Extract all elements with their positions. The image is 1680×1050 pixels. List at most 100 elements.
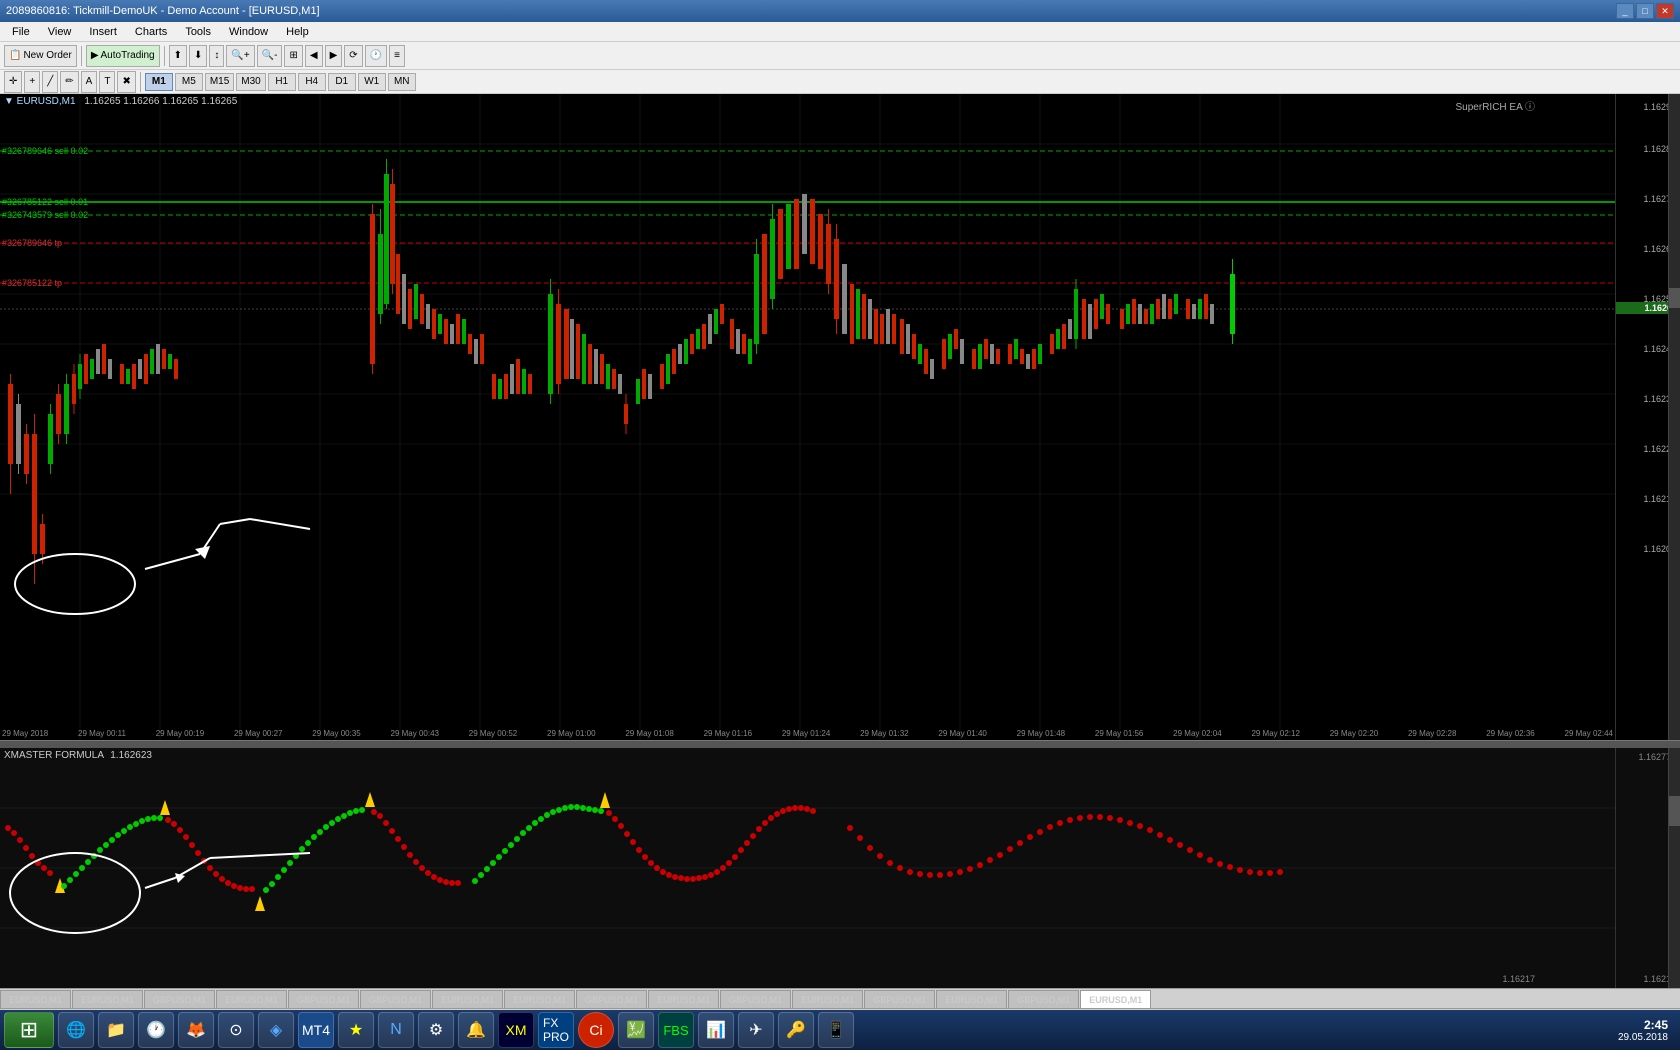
auto-trading-button[interactable]: ▶ AutoTrading <box>86 45 160 67</box>
indicator-chart: XMASTER FORMULA 1.162623 <box>0 748 1615 988</box>
menu-charts[interactable]: Charts <box>127 24 175 40</box>
chart-tab-10[interactable]: EURUSD,M1 <box>648 990 719 1008</box>
taskbar-app7[interactable]: ✈ <box>738 1012 774 1048</box>
order-label-2: #326785122 sell 0.01 <box>2 197 88 207</box>
indicator-price-axis: 1.162778 1.16217 <box>1615 748 1680 988</box>
toolbar-btn-10[interactable]: 🕐 <box>365 45 387 67</box>
autotrading-icon: ▶ <box>91 50 99 61</box>
toolbar-btn-6[interactable]: ⊞ <box>284 45 302 67</box>
chart-tab-11[interactable]: GBPUSD,M1 <box>720 990 791 1008</box>
symbol-label: ▼ EURUSD,M1 <box>4 96 76 107</box>
price-ohlc: 1.16265 1.16266 1.16265 1.16265 <box>84 96 237 107</box>
chart-tab-3[interactable]: GBPUSD,M1 <box>144 990 215 1008</box>
chart-tab-1[interactable]: EURUSD,M1 <box>0 990 71 1008</box>
taskbar-app6[interactable]: 📊 <box>698 1012 734 1048</box>
indicator-name: XMASTER FORMULA 1.162623 <box>4 750 152 761</box>
taskbar-n[interactable]: N <box>378 1012 414 1048</box>
minimize-button[interactable]: _ <box>1616 3 1634 19</box>
tf-w1[interactable]: W1 <box>358 73 386 91</box>
tf-m30[interactable]: M30 <box>236 73 265 91</box>
toolbar-btn-11[interactable]: ≡ <box>389 45 405 67</box>
taskbar: ⊞ 🌐 📁 🕐 🦊 ⊙ ◈ MT4 ★ N ⚙ 🔔 XM FXPRO Ci 💹 … <box>0 1010 1680 1050</box>
text-tool[interactable]: A <box>81 71 98 93</box>
chart-tab-5[interactable]: GBPUSD,M1 <box>288 990 359 1008</box>
menu-file[interactable]: File <box>4 24 38 40</box>
window-controls: _ □ ✕ <box>1616 3 1674 19</box>
taskbar-app1[interactable]: ◈ <box>258 1012 294 1048</box>
delete-tool[interactable]: ✖ <box>117 71 135 93</box>
main-toolbar: 📋 New Order ▶ AutoTrading ⬆ ⬇ ↕ 🔍+ 🔍- ⊞ … <box>0 42 1680 70</box>
menu-insert[interactable]: Insert <box>81 24 125 40</box>
order-label-5: #326785122 tp <box>2 278 62 288</box>
toolbar-btn-3[interactable]: ↕ <box>209 45 224 67</box>
taskbar-folder[interactable]: 📁 <box>98 1012 134 1048</box>
taskbar-fbs[interactable]: FBS <box>658 1012 694 1048</box>
toolbar-btn-4[interactable]: 🔍+ <box>226 45 254 67</box>
chart-tab-active[interactable]: EURUSD,M1 <box>1080 990 1151 1008</box>
tf-h4[interactable]: H4 <box>298 73 326 91</box>
chart-tab-6[interactable]: GBPUSD,M1 <box>360 990 431 1008</box>
menu-view[interactable]: View <box>40 24 80 40</box>
taskbar-clock[interactable]: 🕐 <box>138 1012 174 1048</box>
toolbar-separator2 <box>164 46 165 66</box>
maximize-button[interactable]: □ <box>1636 3 1654 19</box>
start-button[interactable]: ⊞ <box>4 1012 54 1048</box>
chart-tab-14[interactable]: EURUSD,M1 <box>936 990 1007 1008</box>
line-tool[interactable]: ╱ <box>42 71 58 93</box>
draw-tool[interactable]: ✏ <box>60 71 78 93</box>
new-order-button[interactable]: 📋 New Order <box>4 45 77 67</box>
toolbar-btn-2[interactable]: ⬇ <box>189 45 207 67</box>
chart-tab-13[interactable]: GBPUSD,M1 <box>864 990 935 1008</box>
toolbar-btn-5[interactable]: 🔍- <box>257 45 283 67</box>
taskbar-app5[interactable]: 💹 <box>618 1012 654 1048</box>
tf-h1[interactable]: H1 <box>268 73 296 91</box>
toolbar-btn-1[interactable]: ⬆ <box>169 45 187 67</box>
toolbar-btn-9[interactable]: ⟳ <box>344 45 362 67</box>
menu-window[interactable]: Window <box>221 24 276 40</box>
obj-tool[interactable]: T <box>99 71 115 93</box>
order-label-1: #326789646 sell 0.02 <box>2 146 88 156</box>
close-button[interactable]: ✕ <box>1656 3 1674 19</box>
tf-m1[interactable]: M1 <box>145 73 173 91</box>
panel-resizer[interactable] <box>0 740 1680 748</box>
taskbar-clock-display: 2:45 29.05.2018 <box>1618 1018 1676 1043</box>
taskbar-fx[interactable]: FXPRO <box>538 1012 574 1048</box>
tf-d1[interactable]: D1 <box>328 73 356 91</box>
chart-tab-2[interactable]: EURUSD,M1 <box>72 990 143 1008</box>
cursor-tool[interactable]: ✛ <box>4 71 22 93</box>
taskbar-mt4[interactable]: MT4 <box>298 1012 334 1048</box>
timeframe-bar: ✛ + ╱ ✏ A T ✖ M1 M5 M15 M30 H1 H4 D1 W1 … <box>0 70 1680 94</box>
menu-tools[interactable]: Tools <box>177 24 219 40</box>
taskbar-app4[interactable]: 🔔 <box>458 1012 494 1048</box>
taskbar-ie[interactable]: 🌐 <box>58 1012 94 1048</box>
time-axis: 29 May 2018 29 May 00:11 29 May 00:19 29… <box>0 729 1615 738</box>
chart-tab-8[interactable]: EURUSD,M1 <box>504 990 575 1008</box>
taskbar-app9[interactable]: 📱 <box>818 1012 854 1048</box>
toolbar-btn-7[interactable]: ◀ <box>305 45 323 67</box>
menu-help[interactable]: Help <box>278 24 317 40</box>
taskbar-app3[interactable]: ⚙ <box>418 1012 454 1048</box>
chart-header: ▼ EURUSD,M1 1.16265 1.16266 1.16265 1.16… <box>4 96 237 107</box>
taskbar-app2[interactable]: ★ <box>338 1012 374 1048</box>
separator <box>140 72 141 92</box>
chart-tab-12[interactable]: EURUSD,M1 <box>792 990 863 1008</box>
taskbar-firefox[interactable]: 🦊 <box>178 1012 214 1048</box>
tf-m15[interactable]: M15 <box>205 73 234 91</box>
toolbar-separator <box>81 46 82 66</box>
tf-mn[interactable]: MN <box>388 73 416 91</box>
chart-tab-9[interactable]: GBPUSD,M1 <box>576 990 647 1008</box>
chart-tabs: EURUSD,M1 EURUSD,M1 GBPUSD,M1 EURUSD,M1 … <box>0 988 1680 1008</box>
taskbar-ci[interactable]: Ci <box>578 1012 614 1048</box>
taskbar-chrome[interactable]: ⊙ <box>218 1012 254 1048</box>
taskbar-xm[interactable]: XM <box>498 1012 534 1048</box>
chart-tab-15[interactable]: GBPUSD,M1 <box>1008 990 1079 1008</box>
order-label-3: #326743579 sell 0.02 <box>2 210 88 220</box>
chart-tab-4[interactable]: EURUSD,M1 <box>216 990 287 1008</box>
chart-tab-7[interactable]: EURUSD,M1 <box>432 990 503 1008</box>
tf-m5[interactable]: M5 <box>175 73 203 91</box>
toolbar-btn-8[interactable]: ▶ <box>325 45 343 67</box>
crosshair-tool[interactable]: + <box>24 71 40 93</box>
window-title: 2089860816: Tickmill-DemoUK - Demo Accou… <box>6 5 320 17</box>
indicator-svg <box>0 748 1615 988</box>
taskbar-app8[interactable]: 🔑 <box>778 1012 814 1048</box>
